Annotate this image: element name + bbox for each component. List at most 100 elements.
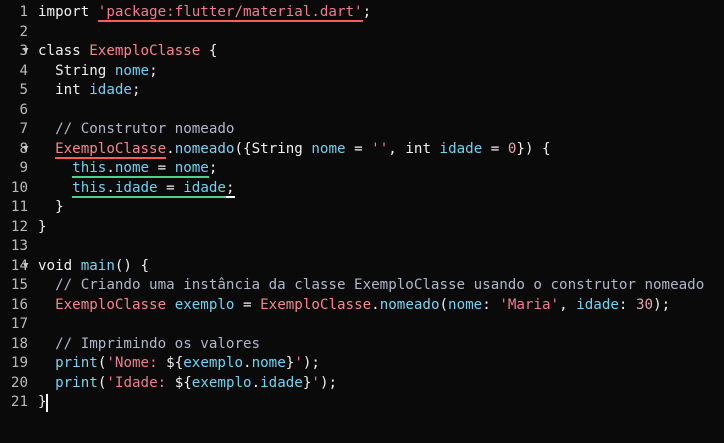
code-token: String bbox=[251, 140, 303, 157]
code-token: nome bbox=[311, 140, 346, 157]
code-token: ( bbox=[439, 296, 449, 313]
code-token: nome bbox=[251, 355, 286, 371]
code-token: exemplo bbox=[183, 355, 244, 371]
code-line[interactable]: 20 print('Idade: ${exemplo.idade}'); bbox=[0, 374, 724, 394]
line-number: 6 bbox=[19, 101, 28, 118]
code-token: idade bbox=[260, 374, 303, 391]
code-token: this bbox=[72, 179, 107, 198]
code-line[interactable]: 5 int idade; bbox=[0, 81, 724, 101]
code-line[interactable]: 11 } bbox=[0, 198, 724, 218]
code-token: int bbox=[38, 82, 81, 98]
code-token: ({ bbox=[234, 140, 252, 157]
code-line[interactable]: 9 this.nome = nome; bbox=[0, 159, 724, 179]
code-token: void bbox=[38, 257, 73, 274]
code-line[interactable]: 7 // Construtor nomeado bbox=[0, 120, 724, 140]
code-token: class bbox=[38, 43, 81, 59]
line-number: 21 bbox=[10, 394, 28, 410]
line-number: 10 bbox=[10, 179, 28, 196]
code-token: . bbox=[251, 374, 261, 391]
code-token: nome bbox=[114, 160, 150, 178]
line-number: 12 bbox=[10, 218, 28, 235]
code-line[interactable]: 15 // Criando uma instância da classe Ex… bbox=[0, 276, 724, 296]
code-token: }) { bbox=[516, 140, 551, 157]
code-token: idade bbox=[114, 179, 158, 198]
code-token: nomeado bbox=[379, 296, 440, 313]
code-line[interactable]: 21} bbox=[0, 393, 724, 413]
code-text: // Imprimindo os valores bbox=[38, 335, 260, 355]
code-line[interactable]: 17 bbox=[0, 315, 724, 335]
code-line[interactable]: 10 this.idade = idade; bbox=[0, 179, 724, 199]
code-text: String nome; bbox=[38, 62, 158, 82]
code-line[interactable]: 4 String nome; bbox=[0, 62, 724, 82]
fold-arrow-icon[interactable]: ▼ bbox=[23, 140, 28, 160]
code-token: exemplo bbox=[191, 374, 252, 391]
code-token: ExemploClasse bbox=[260, 296, 372, 313]
code-token: . bbox=[166, 140, 175, 157]
code-token: 'Idade: bbox=[106, 374, 175, 391]
code-line[interactable]: 18 // Imprimindo os valores bbox=[0, 335, 724, 355]
code-token: this bbox=[72, 160, 107, 178]
code-token: int bbox=[405, 140, 431, 157]
code-token: ExemploClasse bbox=[89, 43, 201, 59]
code-token: , bbox=[559, 296, 577, 313]
code-token: ); bbox=[302, 355, 320, 371]
code-token: ); bbox=[653, 296, 671, 313]
code-line[interactable]: 2 bbox=[0, 23, 724, 43]
code-token: nomeado bbox=[174, 140, 235, 157]
code-line[interactable]: 14 ▼ void main() { bbox=[0, 257, 724, 277]
code-text: // Criando uma instância da classe Exemp… bbox=[38, 276, 704, 296]
code-token: ); bbox=[319, 374, 338, 391]
code-line[interactable]: 8 ▼ ExemploClasse.nomeado({String nome = … bbox=[0, 140, 724, 160]
code-token: nome bbox=[448, 296, 483, 313]
text-caret bbox=[46, 394, 48, 412]
code-token: nome bbox=[114, 62, 150, 79]
code-editor[interactable]: 1 import 'package:flutter/material.dart';… bbox=[0, 0, 724, 443]
code-token: ; bbox=[208, 160, 218, 176]
code-line[interactable]: 19 print('Nome: ${exemplo.nome}'); bbox=[0, 354, 724, 374]
code-token: = bbox=[157, 179, 184, 198]
code-line[interactable]: 16 ExemploClasse exemplo = ExemploClasse… bbox=[0, 296, 724, 316]
fold-arrow-icon[interactable]: ▼ bbox=[23, 257, 28, 277]
line-number: 9 bbox=[19, 160, 28, 176]
line-number: 11 bbox=[10, 199, 28, 215]
code-token: 30 bbox=[636, 296, 654, 313]
code-text: class ExemploClasse { bbox=[38, 42, 217, 62]
code-token: . bbox=[106, 179, 115, 198]
code-text: void main() { bbox=[38, 257, 149, 277]
line-number: 15 bbox=[10, 277, 28, 293]
line-number: 4 bbox=[19, 62, 28, 79]
code-text: ExemploClasse exemplo = ExemploClasse.no… bbox=[38, 296, 670, 316]
code-text: this.idade = idade; bbox=[38, 179, 235, 199]
code-token: } bbox=[38, 218, 47, 235]
code-token: ' bbox=[294, 355, 303, 371]
code-line[interactable]: 1 import 'package:flutter/material.dart'; bbox=[0, 3, 724, 23]
code-token: 'Maria' bbox=[499, 296, 560, 313]
fold-arrow-icon[interactable]: ▼ bbox=[23, 42, 28, 62]
code-token: = bbox=[149, 160, 175, 178]
code-token: = bbox=[345, 140, 372, 157]
code-token: idade bbox=[89, 82, 132, 98]
code-token: '' bbox=[371, 140, 389, 157]
code-token: exemplo bbox=[174, 296, 235, 313]
code-token: // Criando uma instância da classe Exemp… bbox=[38, 277, 705, 293]
code-token: ; bbox=[131, 82, 141, 98]
line-number: 5 bbox=[19, 82, 28, 98]
code-line[interactable]: 3 ▼ class ExemploClasse { bbox=[0, 42, 724, 62]
code-line[interactable]: 13 bbox=[0, 237, 724, 257]
line-number: 7 bbox=[19, 121, 28, 137]
line-number: 1 bbox=[19, 4, 28, 20]
code-text: this.nome = nome; bbox=[38, 159, 217, 179]
code-token: . bbox=[371, 296, 380, 313]
code-token: ' bbox=[311, 374, 320, 391]
code-line[interactable]: 6 bbox=[0, 101, 724, 121]
code-line[interactable]: 12} bbox=[0, 218, 724, 238]
